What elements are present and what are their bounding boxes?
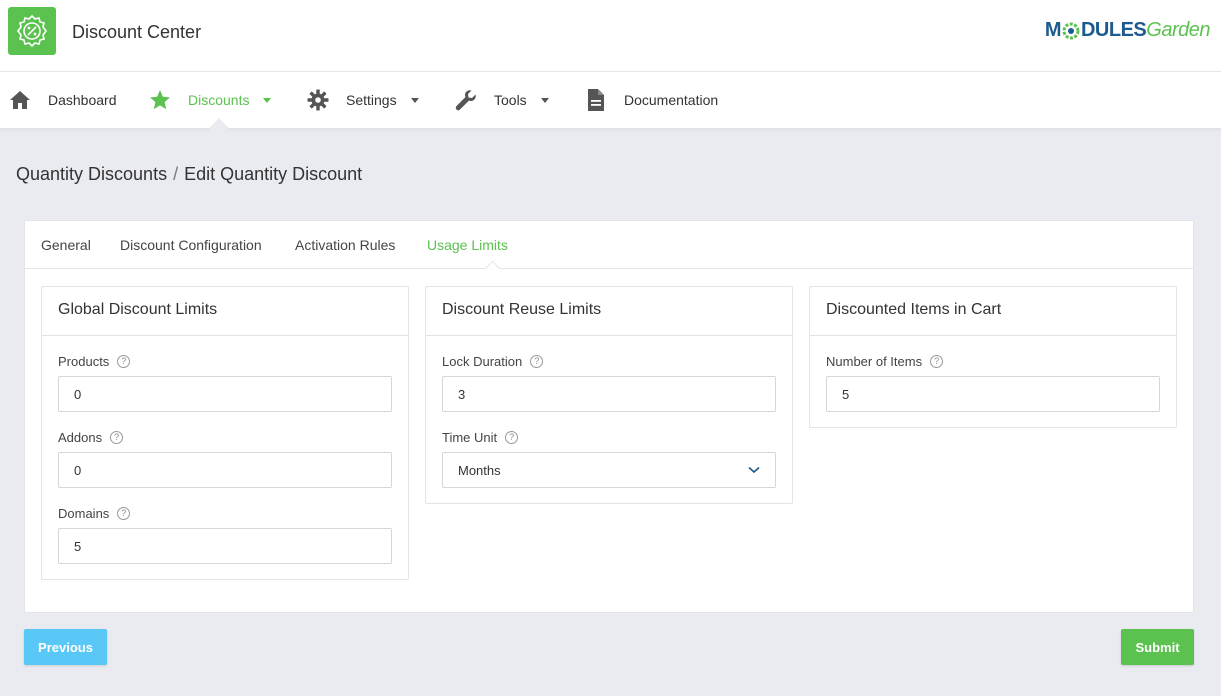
- chevron-down-icon: [540, 97, 549, 103]
- panel-title: Global Discount Limits: [42, 287, 408, 336]
- help-icon[interactable]: ?: [117, 506, 131, 520]
- number-of-items-input[interactable]: [826, 376, 1160, 412]
- app-logo: [8, 7, 56, 55]
- wrench-icon: [454, 88, 478, 112]
- breadcrumb-separator: /: [173, 164, 179, 184]
- help-icon[interactable]: ?: [930, 354, 944, 368]
- tab-general[interactable]: General: [41, 237, 91, 253]
- panel-title: Discount Reuse Limits: [426, 287, 792, 336]
- help-icon[interactable]: ?: [110, 430, 124, 444]
- breadcrumb-parent[interactable]: Quantity Discounts: [16, 164, 167, 184]
- addons-label: Addons: [58, 429, 103, 445]
- lock-duration-label: Lock Duration: [442, 353, 523, 369]
- main-nav: Dashboard Discounts Settings Tools Docum…: [0, 72, 1221, 128]
- products-label: Products: [58, 353, 110, 369]
- addons-input[interactable]: [58, 452, 392, 488]
- lock-duration-field: Lock Duration?: [442, 352, 776, 412]
- help-icon[interactable]: ?: [530, 354, 544, 368]
- chevron-down-icon: [748, 466, 760, 474]
- previous-button[interactable]: Previous: [24, 629, 107, 665]
- tab-usage-limits[interactable]: Usage Limits: [427, 237, 508, 253]
- nav-documentation[interactable]: Documentation: [584, 72, 718, 128]
- nav-discounts[interactable]: Discounts: [148, 72, 272, 128]
- star-icon: [148, 88, 172, 112]
- top-bar: Discount Center M DULES Garden: [0, 0, 1221, 72]
- chevron-down-icon: [410, 97, 419, 103]
- tab-active-pointer: [484, 260, 501, 277]
- help-icon[interactable]: ?: [117, 354, 131, 368]
- time-unit-value: Months: [458, 462, 501, 478]
- nav-tools[interactable]: Tools: [454, 72, 549, 128]
- breadcrumb: Quantity Discounts / Edit Quantity Discoun…: [16, 164, 362, 185]
- domains-field: Domains?: [58, 504, 392, 564]
- domains-label: Domains: [58, 505, 110, 521]
- document-icon: [584, 88, 608, 112]
- discount-badge-icon: [17, 14, 47, 48]
- help-icon[interactable]: ?: [505, 430, 519, 444]
- products-field: Products?: [58, 352, 392, 412]
- discount-reuse-limits-panel: Discount Reuse Limits Lock Duration? Tim…: [425, 286, 793, 504]
- nav-settings[interactable]: Settings: [306, 72, 419, 128]
- gear-icon: [306, 88, 330, 112]
- global-discount-limits-panel: Global Discount Limits Products? Addons?…: [41, 286, 409, 580]
- nav-documentation-label: Documentation: [624, 92, 719, 108]
- nav-tools-label: Tools: [494, 92, 527, 108]
- app-title: Discount Center: [72, 22, 202, 42]
- tab-bar: General Discount Configuration Activatio…: [25, 221, 1193, 277]
- nav-dashboard-label: Dashboard: [48, 92, 117, 108]
- brand-part2: DULES: [1080, 19, 1147, 41]
- lock-duration-input[interactable]: [442, 376, 776, 412]
- time-unit-select[interactable]: Months: [442, 452, 776, 488]
- tab-discount-configuration[interactable]: Discount Configuration: [120, 237, 262, 253]
- nav-dashboard[interactable]: Dashboard: [8, 72, 117, 128]
- time-unit-label: Time Unit: [442, 429, 498, 445]
- nav-discounts-label: Discounts: [188, 92, 250, 108]
- home-icon: [8, 88, 32, 112]
- time-unit-field: Time Unit? Months: [442, 428, 776, 488]
- breadcrumb-current: Edit Quantity Discount: [184, 164, 363, 184]
- products-input[interactable]: [58, 376, 392, 412]
- addons-field: Addons?: [58, 428, 392, 488]
- nav-settings-label: Settings: [346, 92, 397, 108]
- number-of-items-field: Number of Items?: [826, 352, 1160, 412]
- domains-input[interactable]: [58, 528, 392, 564]
- number-of-items-label: Number of Items: [826, 353, 923, 369]
- chevron-down-icon: [263, 97, 272, 103]
- brand-part1: M: [1044, 19, 1062, 41]
- edit-discount-card: General Discount Configuration Activatio…: [24, 220, 1194, 613]
- panel-title: Discounted Items in Cart: [810, 287, 1176, 336]
- modulesgarden-logo[interactable]: M DULES Garden: [1044, 19, 1211, 42]
- gear-logo-icon: [1062, 22, 1080, 39]
- brand-part3: Garden: [1146, 19, 1210, 41]
- submit-button[interactable]: Submit: [1121, 629, 1194, 665]
- discounted-items-panel: Discounted Items in Cart Number of Items…: [809, 286, 1177, 428]
- tab-activation-rules[interactable]: Activation Rules: [295, 237, 395, 253]
